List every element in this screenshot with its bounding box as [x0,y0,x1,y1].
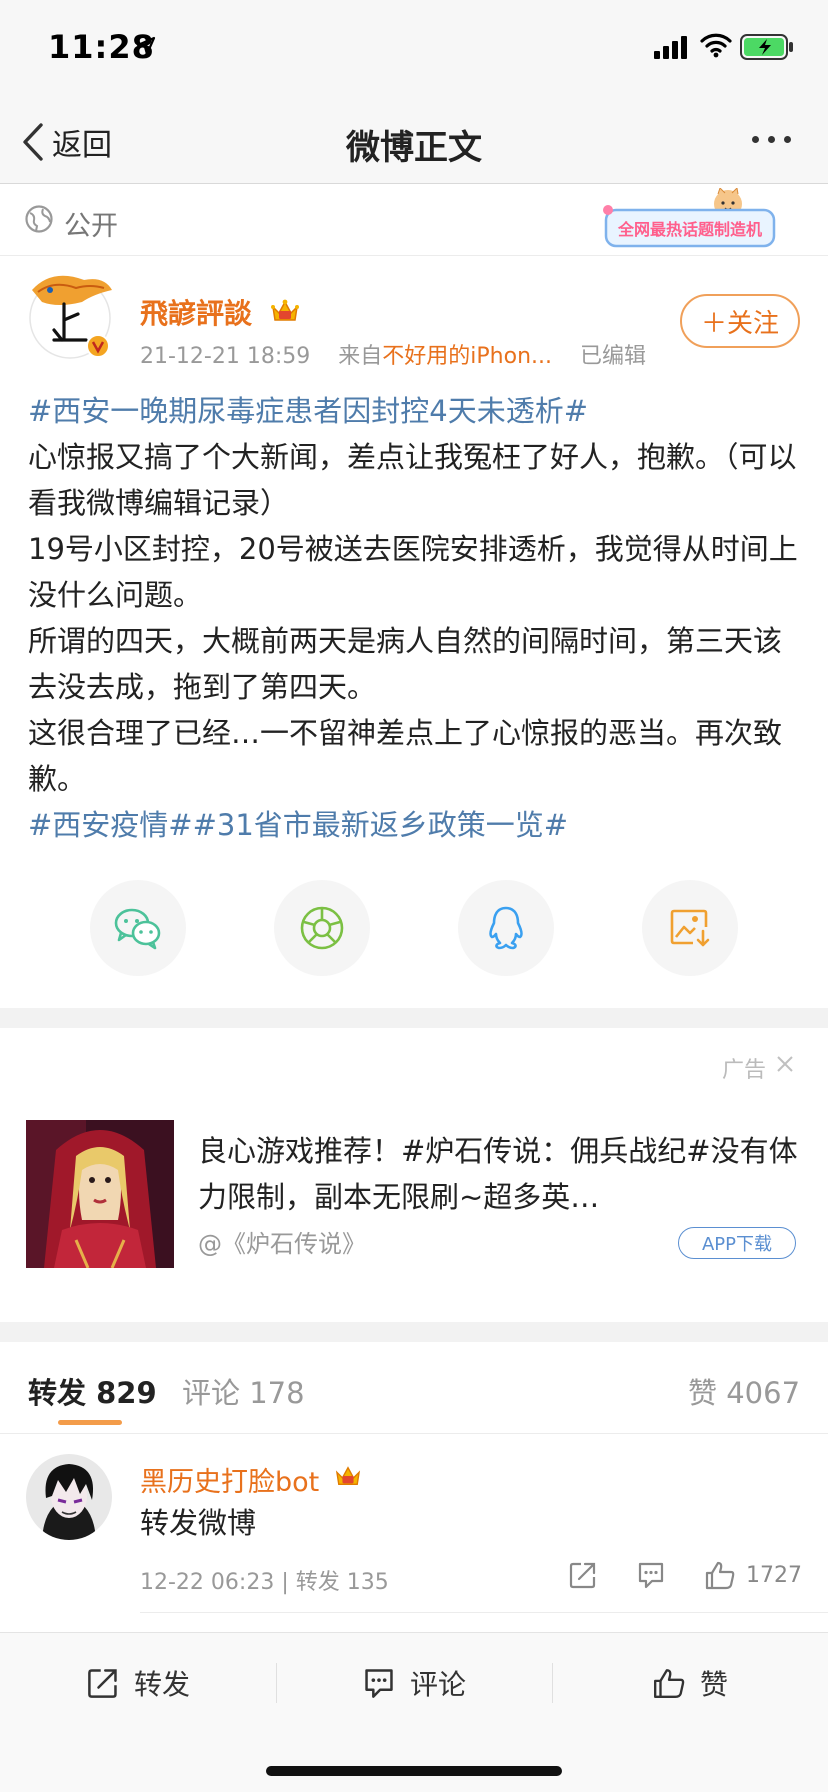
crown-icon [335,1466,361,1485]
more-dots-icon[interactable] [752,136,791,143]
post-paragraph: 所谓的四天，大概前两天是病人自然的间隔时间，第三天该去没去成，拖到了第四天。 [28,618,808,710]
repost-user-avatar[interactable] [26,1454,112,1540]
share-wechat-button[interactable] [90,880,186,976]
post-meta: 21-12-21 18:59 来自不好用的iPhon... 已编辑 [140,338,646,370]
section-divider [0,1322,828,1342]
bottom-like-label: 赞 [700,1668,729,1701]
tab-comment[interactable]: 评论 178 [182,1370,305,1412]
follow-button[interactable]: ＋关注 [680,294,800,348]
signal-icon [654,36,687,59]
post-source-prefix: 来自 [338,344,383,369]
share-icon [88,1669,117,1698]
post-paragraph: 19号小区封控，20号被送去医院安排透析，我觉得从时间上没什么问题。 [28,526,808,618]
location-arrow-icon [136,36,156,56]
author-name[interactable]: 飛諺評談 [140,292,252,332]
topic-maker-badge[interactable]: 全网最热话题制造机 [600,188,778,252]
hashtag-link[interactable]: #西安疫情##31省市最新返乡政策一览# [28,808,568,842]
bottom-comment-label: 评论 [410,1668,467,1701]
post-paragraph: 心惊报又搞了个大新闻，差点让我冤枉了好人，抱歉。（可以看我微博编辑记录） [28,434,808,526]
divider [276,1663,277,1703]
interaction-tabs: 转发 829 评论 178 赞 4067 [0,1344,828,1434]
item-divider [140,1612,828,1613]
post-source[interactable]: 不好用的iPhon... [382,344,552,369]
bottom-like-button[interactable]: 赞 [652,1659,728,1707]
post-text: 19号小区封控，20号被送去医院安排透析，我觉得从时间上没什么问题。 [28,532,798,612]
repost-text: 转发微博 [140,1506,257,1540]
moments-icon [300,906,344,950]
edited-label[interactable]: 已编辑 [580,344,646,369]
visibility-row: 公开 全网最热话题制造机 [0,184,828,256]
tab-repost[interactable]: 转发 829 [28,1370,157,1412]
post-paragraph: 这很合理了已经…一不留神差点上了心惊报的恶当。再次致歉。 [28,710,808,802]
ad-sponsor[interactable]: @《炉石传说》 [198,1224,366,1259]
wifi-icon [700,33,732,58]
close-icon[interactable] [776,1055,794,1073]
globe-icon [25,205,53,233]
app-download-button[interactable]: APP下载 [678,1227,796,1259]
ad-image[interactable] [26,1120,174,1268]
save-image-button[interactable] [642,880,738,976]
page-title: 微博正文 [346,128,482,168]
share-icon [569,1562,596,1589]
author-avatar[interactable] [24,268,116,360]
repost-like-button[interactable]: 1727 [704,1560,802,1590]
post-paragraph: #西安疫情##31省市最新返乡政策一览# [28,802,808,848]
active-tab-indicator [58,1420,122,1425]
repost-like-count: 1727 [746,1562,802,1588]
post-body: #西安一晚期尿毒症患者因封控4天未透析# 心惊报又搞了个大新闻，差点让我冤枉了好… [28,388,808,848]
post-paragraph: #西安一晚期尿毒症患者因封控4天未透析# [28,388,808,434]
comment-icon [638,1562,664,1589]
status-bar: 11:28 [0,0,828,100]
repost-share-button[interactable] [568,1560,598,1590]
post-text: 这很合理了已经…一不留神差点上了心惊报的恶当。再次致歉。 [28,716,783,796]
post-text: 心惊报又搞了个大新闻，差点让我冤枉了好人，抱歉。（可以看我微博编辑记录） [28,440,797,520]
tab-like[interactable]: 赞 4067 [688,1370,800,1412]
share-moments-button[interactable] [274,880,370,976]
post-text: 所谓的四天，大概前两天是病人自然的间隔时间，第三天该去没去成，拖到了第四天。 [28,624,783,704]
home-indicator[interactable] [266,1766,562,1776]
share-qq-button[interactable] [458,880,554,976]
repost-user-name[interactable]: 黑历史打脸bot [140,1460,319,1499]
wechat-icon [114,908,161,950]
nav-bar: 返回 微博正文 [0,100,828,184]
crown-icon [271,299,299,321]
share-row [0,880,828,980]
ad-title[interactable]: 良心游戏推荐！#炉石传说：佣兵战纪#没有体力限制，副本无限刷~超多英… [198,1128,798,1220]
visibility-label: 公开 [64,211,118,242]
topic-badge-label: 全网最热话题制造机 [617,220,762,239]
post-timestamp: 21-12-21 18:59 [140,344,311,369]
hashtag-link[interactable]: #西安一晚期尿毒症患者因封控4天未透析# [28,394,588,428]
ad-tag: 广告 [722,1058,767,1083]
divider [552,1663,553,1703]
bottom-comment-button[interactable]: 评论 [362,1659,466,1707]
bottom-repost-button[interactable]: 转发 [86,1659,190,1707]
thumbs-up-icon [705,1561,735,1590]
bottom-repost-label: 转发 [134,1668,191,1701]
save-image-icon [670,909,710,947]
repost-meta: 12-22 06:23 | 转发 135 [140,1570,389,1595]
qq-icon [489,906,523,950]
repost-comment-button[interactable] [636,1560,666,1590]
battery-icon [740,34,793,60]
section-divider [0,1008,828,1028]
comment-icon [365,1669,393,1698]
thumbs-up-icon [654,1669,685,1698]
